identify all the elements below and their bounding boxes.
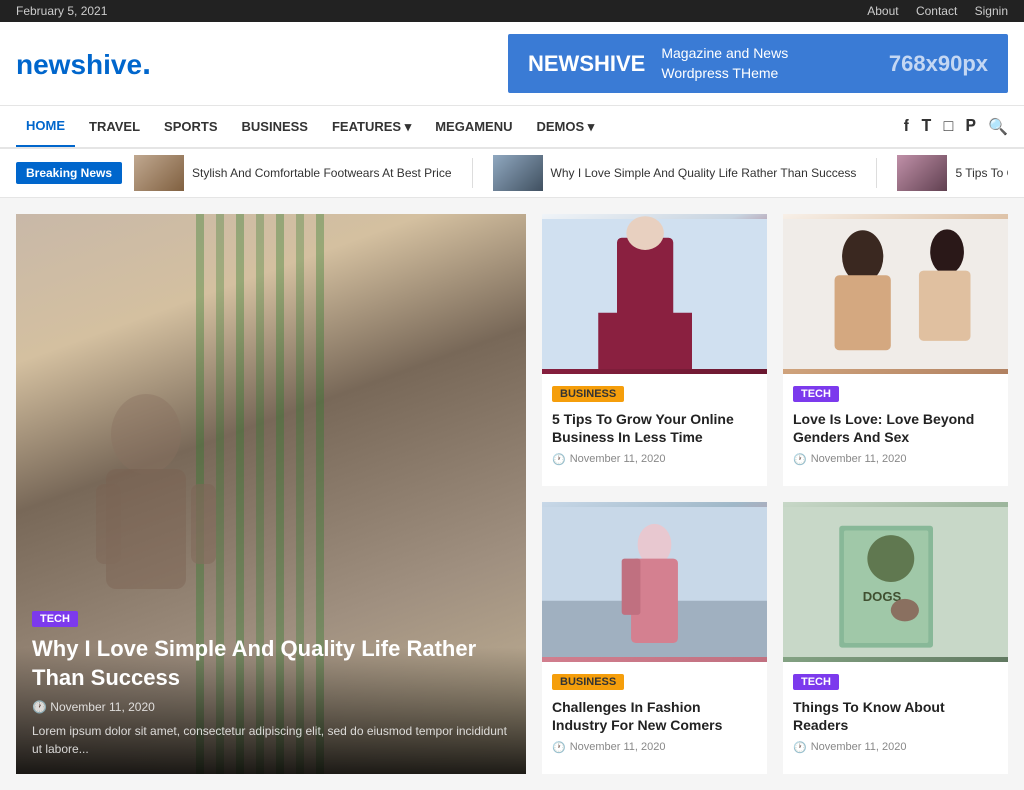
- article-clock-icon-2: 🕐: [793, 453, 807, 466]
- article-card-4[interactable]: DOGS TECH Things To Know About Readers 🕐…: [783, 502, 1008, 774]
- nav-sports[interactable]: SPORTS: [154, 107, 227, 146]
- article-meta-4: 🕐 November 11, 2020: [793, 741, 998, 754]
- article-category-4: TECH: [793, 674, 839, 690]
- article-clock-icon-1: 🕐: [552, 453, 566, 466]
- date-display: February 5, 2021: [16, 4, 107, 18]
- nav-travel[interactable]: TRAVEL: [79, 107, 150, 146]
- featured-title: Why I Love Simple And Quality Life Rathe…: [32, 635, 510, 692]
- article-card-1[interactable]: BUSINESS 5 Tips To Grow Your Online Busi…: [542, 214, 767, 486]
- article-meta-2: 🕐 November 11, 2020: [793, 453, 998, 466]
- nav-business[interactable]: BUSINESS: [232, 107, 318, 146]
- article-thumb-2: [783, 214, 1008, 374]
- article-date-1: November 11, 2020: [570, 453, 666, 465]
- about-link[interactable]: About: [867, 4, 898, 18]
- breaking-thumb-3: [897, 155, 947, 191]
- logo[interactable]: newshive.: [16, 45, 151, 82]
- breaking-item-3[interactable]: 5 Tips To Grow Your Online: [897, 155, 1008, 191]
- ad-banner: NEWSHIVE Magazine and NewsWordpress THem…: [508, 34, 1008, 93]
- breaking-items: Stylish And Comfortable Footwears At Bes…: [134, 155, 1008, 191]
- signin-link[interactable]: Signin: [975, 4, 1008, 18]
- ad-size: 768x90px: [889, 51, 988, 77]
- breaking-item-2[interactable]: Why I Love Simple And Quality Life Rathe…: [493, 155, 857, 191]
- nav-demos[interactable]: DEMOS ▾: [527, 107, 605, 147]
- search-icon[interactable]: 🔍: [988, 117, 1008, 137]
- article-content-2: TECH Love Is Love: Love Beyond Genders A…: [783, 374, 1008, 475]
- main-content: TECH Why I Love Simple And Quality Life …: [0, 198, 1024, 790]
- ad-subtitle: Magazine and NewsWordpress THeme: [661, 44, 873, 83]
- article-card-3[interactable]: BUSINESS Challenges In Fashion Industry …: [542, 502, 767, 774]
- logo-part2: hive: [86, 49, 142, 80]
- instagram-icon[interactable]: □: [944, 118, 954, 136]
- breaking-divider-2: [876, 158, 877, 188]
- article-clock-icon-4: 🕐: [793, 741, 807, 754]
- article-meta-1: 🕐 November 11, 2020: [552, 453, 757, 466]
- breaking-text-2: Why I Love Simple And Quality Life Rathe…: [551, 166, 857, 180]
- breaking-news-bar: Breaking News Stylish And Comfortable Fo…: [0, 149, 1024, 198]
- article-thumb-4: DOGS: [783, 502, 1008, 662]
- article-thumb-1: [542, 214, 767, 374]
- nav-links: HOME TRAVEL SPORTS BUSINESS FEATURES ▾ M…: [16, 106, 604, 147]
- breaking-text-1: Stylish And Comfortable Footwears At Bes…: [192, 166, 451, 180]
- featured-meta: 🕐 November 11, 2020: [32, 700, 510, 714]
- contact-link[interactable]: Contact: [916, 4, 957, 18]
- ad-brand: NEWSHIVE: [528, 51, 645, 77]
- featured-article[interactable]: TECH Why I Love Simple And Quality Life …: [16, 214, 526, 774]
- twitter-icon[interactable]: 𝐓: [921, 118, 931, 136]
- header: newshive. NEWSHIVE Magazine and NewsWord…: [0, 22, 1024, 105]
- article-card-2[interactable]: TECH Love Is Love: Love Beyond Genders A…: [783, 214, 1008, 486]
- article-meta-3: 🕐 November 11, 2020: [552, 741, 757, 754]
- article-content-4: TECH Things To Know About Readers 🕐 Nove…: [783, 662, 1008, 763]
- breaking-label: Breaking News: [16, 162, 122, 184]
- breaking-text-3: 5 Tips To Grow Your Online: [955, 166, 1008, 180]
- article-title-4: Things To Know About Readers: [793, 698, 998, 734]
- featured-date-icon: 🕐: [32, 700, 47, 714]
- nav-features[interactable]: FEATURES ▾: [322, 107, 421, 147]
- facebook-icon[interactable]: 𝐟: [904, 118, 910, 136]
- article-category-2: TECH: [793, 386, 839, 402]
- featured-excerpt: Lorem ipsum dolor sit amet, consectetur …: [32, 722, 510, 758]
- top-bar: February 5, 2021 About Contact Signin: [0, 0, 1024, 22]
- nav-megamenu[interactable]: MEGAMENU: [425, 107, 522, 146]
- logo-part1: news: [16, 49, 86, 80]
- article-date-2: November 11, 2020: [811, 453, 907, 465]
- article-title-1: 5 Tips To Grow Your Online Business In L…: [552, 410, 757, 446]
- breaking-thumb-2: [493, 155, 543, 191]
- pinterest-icon[interactable]: 𝐏: [965, 118, 976, 136]
- article-content-1: BUSINESS 5 Tips To Grow Your Online Busi…: [542, 374, 767, 475]
- breaking-item-1[interactable]: Stylish And Comfortable Footwears At Bes…: [134, 155, 451, 191]
- article-grid: BUSINESS 5 Tips To Grow Your Online Busi…: [542, 214, 1008, 774]
- nav-home[interactable]: HOME: [16, 106, 75, 147]
- article-clock-icon-3: 🕐: [552, 741, 566, 754]
- article-date-4: November 11, 2020: [811, 741, 907, 753]
- featured-category: TECH: [32, 611, 78, 627]
- breaking-divider-1: [472, 158, 473, 188]
- article-date-3: November 11, 2020: [570, 741, 666, 753]
- breaking-thumb-1: [134, 155, 184, 191]
- featured-date: November 11, 2020: [50, 700, 155, 714]
- article-category-3: BUSINESS: [552, 674, 624, 690]
- article-thumb-3: [542, 502, 767, 662]
- article-title-3: Challenges In Fashion Industry For New C…: [552, 698, 757, 734]
- article-title-2: Love Is Love: Love Beyond Genders And Se…: [793, 410, 998, 446]
- main-nav: HOME TRAVEL SPORTS BUSINESS FEATURES ▾ M…: [0, 105, 1024, 149]
- article-category-1: BUSINESS: [552, 386, 624, 402]
- logo-dot: .: [142, 45, 151, 81]
- featured-image: TECH Why I Love Simple And Quality Life …: [16, 214, 526, 774]
- article-content-3: BUSINESS Challenges In Fashion Industry …: [542, 662, 767, 763]
- nav-social: 𝐟 𝐓 □ 𝐏 🔍: [904, 117, 1008, 137]
- top-bar-links: About Contact Signin: [853, 4, 1008, 18]
- svg-text:DOGS: DOGS: [863, 589, 902, 604]
